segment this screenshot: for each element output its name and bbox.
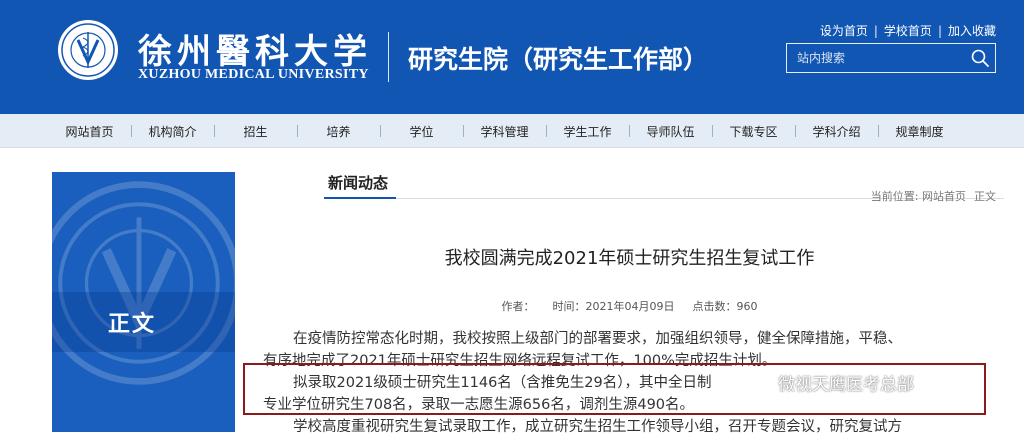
search-box (786, 43, 996, 73)
time-value: 2021年04月09日 (585, 300, 675, 313)
nav-item-student-work[interactable]: 学生工作 (546, 123, 629, 140)
paragraph-3-line-1: 学校高度重视研究生复试录取工作，成立研究生招生工作领导小组，召开专题会议，研究复… (293, 419, 902, 435)
side-panel-title: 正文 (52, 292, 235, 352)
paragraph-1-line-2: 有序地完成了2021年硕士研究生招生网络远程复试工作，100%完成招生计划。 (263, 353, 777, 369)
article-paragraph-3: 学校高度重视研究生复试录取工作，成立研究生招生工作领导小组，召开专题会议，研究复… (263, 416, 1003, 438)
breadcrumb-current: 正文 (974, 190, 996, 203)
article-title: 我校圆满完成2021年硕士研究生招生复试工作 (444, 248, 815, 269)
search-input[interactable] (787, 44, 965, 72)
search-icon[interactable] (969, 47, 991, 69)
nav-item-downloads[interactable]: 下载专区 (712, 123, 795, 140)
university-name-en: XUZHOU MEDICAL UNIVERSITY (138, 67, 369, 82)
top-links: 设为首页 | 学校首页 | 加入收藏 (820, 22, 996, 39)
clicks-value: 960 (736, 300, 758, 313)
university-name-cn[interactable]: 徐州醫科大学 (138, 24, 372, 73)
header-divider (388, 32, 389, 82)
nav-item-admissions[interactable]: 招生 (214, 123, 297, 140)
author-label: 作者： (501, 300, 535, 313)
wechat-watermark-icon (752, 372, 774, 389)
school-homepage-link[interactable]: 学校首页 (884, 22, 932, 39)
watermark-emblem-icon (52, 181, 235, 385)
article-meta: 作者： 时间：2021年04月09日 点击数：960 (235, 298, 1024, 314)
breadcrumb-home-link[interactable]: 网站首页 (922, 190, 966, 203)
nav-item-degree[interactable]: 学位 (380, 123, 463, 140)
side-panel-title-text: 正文 (108, 312, 157, 337)
breadcrumb: 当前位置: 网站首页 正文 (871, 188, 996, 204)
nav-item-discipline-management[interactable]: 学科管理 (463, 123, 546, 140)
nav-item-home[interactable]: 网站首页 (48, 123, 131, 140)
section-title: 新闻动态 (328, 174, 389, 192)
section-title-underline (324, 197, 396, 199)
add-favorite-link[interactable]: 加入收藏 (948, 22, 996, 39)
nav-item-discipline-intro[interactable]: 学科介绍 (795, 123, 878, 140)
nav-item-supervisors[interactable]: 导师队伍 (629, 123, 712, 140)
main-nav: 网站首页 机构简介 招生 培养 学位 学科管理 学生工作 导师队伍 下载专区 学… (0, 114, 1024, 148)
set-homepage-link[interactable]: 设为首页 (820, 22, 868, 39)
top-link-separator: | (937, 24, 942, 38)
top-link-separator: | (873, 24, 878, 38)
university-emblem-icon[interactable] (56, 18, 120, 82)
department-title: 研究生院（研究生工作部） (408, 45, 709, 74)
nav-item-training[interactable]: 培养 (297, 123, 380, 140)
time-label: 时间： (552, 300, 586, 313)
side-panel: 正文 (52, 172, 235, 432)
paragraph-2-line-1: 拟录取2021级硕士研究生1146名（含推免生29名），其中全日制 (293, 375, 712, 391)
nav-item-regulations[interactable]: 规章制度 (878, 123, 961, 140)
breadcrumb-label: 当前位置: (870, 190, 919, 203)
paragraph-2-line-2: 专业学位研究生708名，录取一志愿生源656名，调剂生源490名。 (263, 397, 695, 413)
paragraph-1-line-1: 在疫情防控常态化时期，我校按照上级部门的部署要求，加强组织领导，健全保障措施，平… (293, 331, 902, 347)
article-paragraph-1: 在疫情防控常态化时期，我校按照上级部门的部署要求，加强组织领导，健全保障措施，平… (263, 328, 1003, 372)
site-header: 徐州醫科大学 XUZHOU MEDICAL UNIVERSITY 研究生院（研究… (0, 0, 1024, 114)
nav-item-about[interactable]: 机构简介 (131, 123, 214, 140)
clicks-label: 点击数： (692, 300, 737, 313)
watermark-text: 微视天鹰医考总部 (778, 375, 914, 395)
